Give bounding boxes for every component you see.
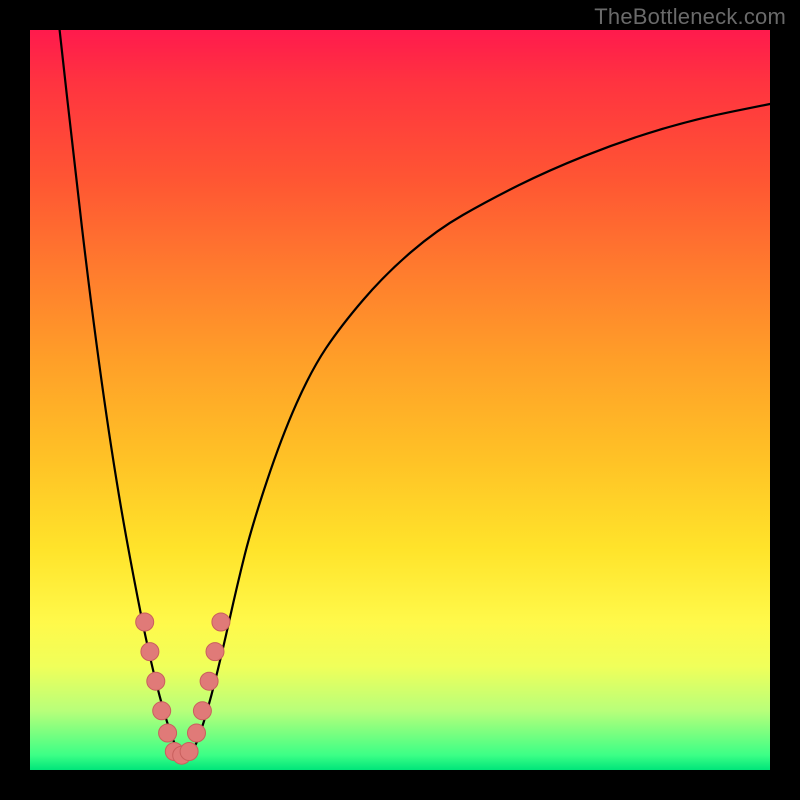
data-marker [212, 613, 230, 631]
data-marker [159, 724, 177, 742]
watermark-text: TheBottleneck.com [594, 4, 786, 30]
bottleneck-curve [60, 30, 770, 755]
data-marker [188, 724, 206, 742]
data-marker [193, 702, 211, 720]
chart-svg [30, 30, 770, 770]
data-markers [136, 613, 230, 764]
data-marker [206, 643, 224, 661]
data-marker [200, 672, 218, 690]
plot-area [30, 30, 770, 770]
data-marker [141, 643, 159, 661]
data-marker [153, 702, 171, 720]
data-marker [180, 743, 198, 761]
data-marker [147, 672, 165, 690]
chart-frame: TheBottleneck.com [0, 0, 800, 800]
data-marker [136, 613, 154, 631]
